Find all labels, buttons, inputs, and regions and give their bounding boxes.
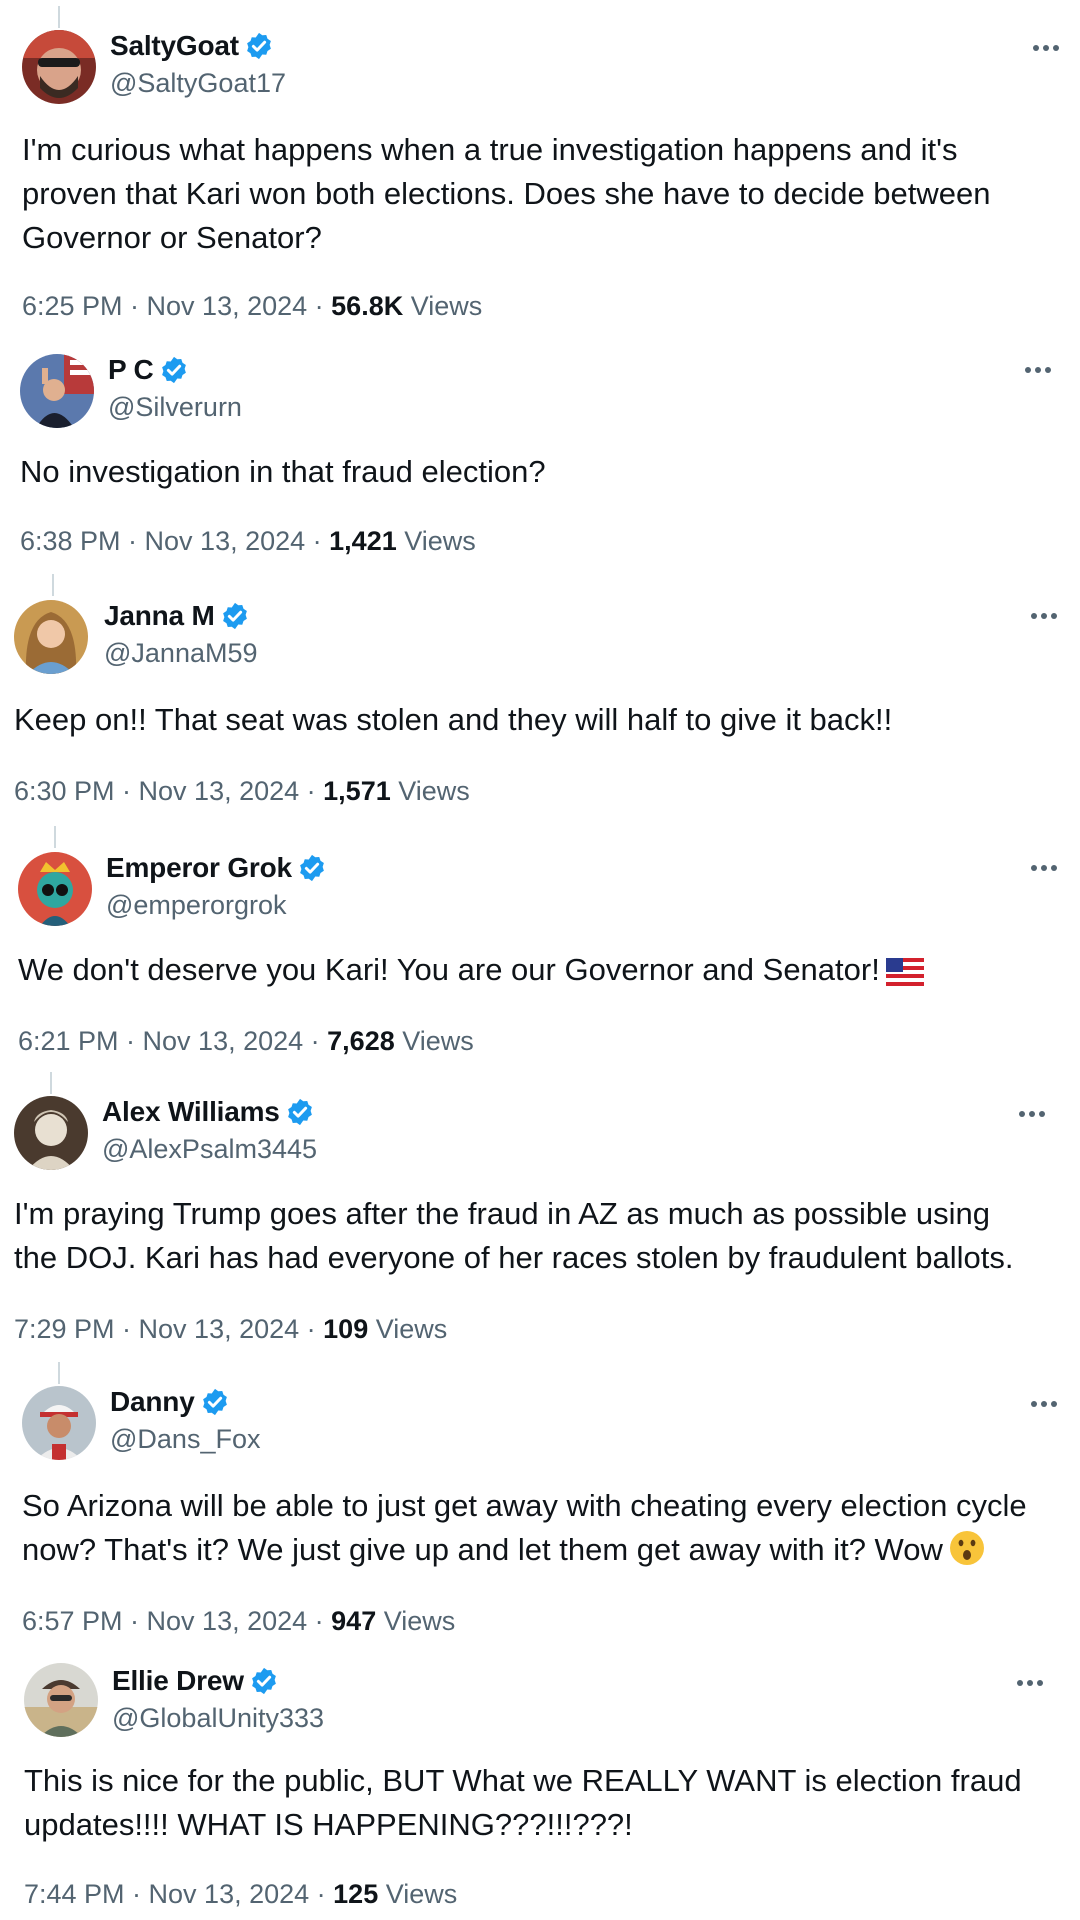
- tweet-meta: 6:25 PM · Nov 13, 2024 · 56.8K Views: [22, 291, 482, 322]
- handle[interactable]: @GlobalUnity333: [112, 1703, 324, 1734]
- verified-badge-icon: [222, 602, 247, 630]
- timestamp[interactable]: 6:25 PM · Nov 13, 2024 ·: [22, 291, 331, 321]
- tweet-saltygoat[interactable]: SaltyGoat @SaltyGoat17 I'm curious what …: [0, 0, 1080, 330]
- more-options-icon[interactable]: [1024, 858, 1064, 878]
- more-options-icon[interactable]: [1026, 38, 1066, 58]
- avatar[interactable]: [24, 1663, 98, 1737]
- view-count: 109: [323, 1314, 369, 1344]
- surprised-face-icon: [949, 1531, 984, 1565]
- views-label: Views: [390, 776, 470, 806]
- tweet-text-line: Keep on!! That seat was stolen and they …: [14, 702, 893, 737]
- views-label: Views: [378, 1879, 458, 1909]
- avatar[interactable]: [22, 1386, 96, 1460]
- more-options-icon[interactable]: [1018, 360, 1058, 380]
- tweet-text: I'm praying Trump goes after the fraud i…: [14, 1192, 1054, 1280]
- tweet-text-line: updates!!!! WHAT IS HAPPENING???!!!???!: [24, 1807, 633, 1842]
- verified-badge-icon: [202, 1388, 227, 1416]
- handle[interactable]: @JannaM59: [104, 638, 258, 669]
- tweet-text-line: Governor or Senator?: [22, 220, 322, 255]
- view-count: 1,421: [329, 526, 397, 556]
- tweet-text: This is nice for the public, BUT What we…: [24, 1759, 1064, 1847]
- more-options-icon[interactable]: [1012, 1104, 1052, 1124]
- view-count: 125: [333, 1879, 379, 1909]
- more-options-icon[interactable]: [1024, 606, 1064, 626]
- tweet-alex-williams[interactable]: Alex Williams @AlexPsalm3445 I'm praying…: [0, 1070, 1080, 1360]
- thread-line: [50, 1072, 52, 1094]
- tweet-meta: 6:21 PM · Nov 13, 2024 · 7,628 Views: [18, 1026, 474, 1057]
- display-name[interactable]: Emperor Grok: [106, 852, 292, 884]
- tweet-text-line: No investigation in that fraud election?: [20, 454, 546, 489]
- tweet-danny[interactable]: Danny @Dans_Fox So Arizona will be able …: [0, 1360, 1080, 1655]
- timestamp[interactable]: 6:38 PM · Nov 13, 2024 ·: [20, 526, 329, 556]
- tweet-emperor-grok[interactable]: Emperor Grok @emperorgrok We don't deser…: [0, 820, 1080, 1070]
- timestamp[interactable]: 6:21 PM · Nov 13, 2024 ·: [18, 1026, 327, 1056]
- tweet-text-line: I'm curious what happens when a true inv…: [22, 132, 958, 167]
- timestamp[interactable]: 6:57 PM · Nov 13, 2024 ·: [22, 1606, 331, 1636]
- timestamp[interactable]: 7:44 PM · Nov 13, 2024 ·: [24, 1879, 333, 1909]
- thread-line: [58, 1362, 60, 1384]
- handle[interactable]: @emperorgrok: [106, 890, 286, 921]
- avatar[interactable]: [18, 852, 92, 926]
- tweet-meta: 6:38 PM · Nov 13, 2024 · 1,421 Views: [20, 526, 476, 557]
- tweet-text-line: So Arizona will be able to just get away…: [22, 1488, 1027, 1523]
- more-options-icon[interactable]: [1010, 1673, 1050, 1693]
- display-name[interactable]: SaltyGoat: [110, 30, 239, 62]
- thread-line: [58, 6, 60, 28]
- avatar[interactable]: [20, 354, 94, 428]
- avatar[interactable]: [14, 1096, 88, 1170]
- tweet-text-line: now? That's it? We just give up and let …: [22, 1528, 1062, 1572]
- tweet-pc[interactable]: P C @Silverurn No investigation in that …: [0, 330, 1080, 570]
- verified-badge-icon: [300, 854, 324, 882]
- avatar[interactable]: [22, 30, 96, 104]
- tweet-text-line: This is nice for the public, BUT What we…: [24, 1763, 1022, 1798]
- tweet-text: Keep on!! That seat was stolen and they …: [14, 698, 1054, 742]
- views-label: Views: [396, 526, 476, 556]
- views-label: Views: [394, 1026, 474, 1056]
- more-options-icon[interactable]: [1024, 1394, 1064, 1414]
- verified-badge-icon: [287, 1098, 312, 1126]
- verified-badge-icon: [247, 32, 271, 60]
- views-label: Views: [376, 1606, 456, 1636]
- tweet-text: So Arizona will be able to just get away…: [22, 1484, 1062, 1572]
- tweet-text-line: I'm praying Trump goes after the fraud i…: [14, 1196, 991, 1231]
- tweet-text: I'm curious what happens when a true inv…: [22, 128, 1062, 260]
- tweet-text-line: We don't deserve you Kari! You are our G…: [18, 948, 1058, 992]
- tweet-text-line: the DOJ. Kari has had everyone of her ra…: [14, 1240, 1014, 1275]
- tweet-text-line-content: We don't deserve you Kari! You are our G…: [18, 952, 880, 987]
- timestamp[interactable]: 6:30 PM · Nov 13, 2024 ·: [14, 776, 323, 806]
- handle[interactable]: @AlexPsalm3445: [102, 1134, 317, 1165]
- tweet-text-line-content: now? That's it? We just give up and let …: [22, 1532, 943, 1567]
- verified-badge-icon: [251, 1667, 276, 1695]
- timestamp[interactable]: 7:29 PM · Nov 13, 2024 ·: [14, 1314, 323, 1344]
- display-name[interactable]: Ellie Drew: [112, 1665, 244, 1697]
- tweet-text: We don't deserve you Kari! You are our G…: [18, 948, 1058, 992]
- verified-badge-icon: [161, 356, 186, 384]
- tweet-meta: 7:44 PM · Nov 13, 2024 · 125 Views: [24, 1879, 457, 1910]
- display-name[interactable]: P C: [108, 354, 154, 386]
- view-count: 947: [331, 1606, 377, 1636]
- view-count: 56.8K: [331, 291, 404, 321]
- tweet-meta: 6:57 PM · Nov 13, 2024 · 947 Views: [22, 1606, 455, 1637]
- views-label: Views: [368, 1314, 448, 1344]
- handle[interactable]: @Silverurn: [108, 392, 242, 423]
- views-label: Views: [403, 291, 483, 321]
- display-name[interactable]: Danny: [110, 1386, 195, 1418]
- tweet-meta: 6:30 PM · Nov 13, 2024 · 1,571 Views: [14, 776, 470, 807]
- tweet-meta: 7:29 PM · Nov 13, 2024 · 109 Views: [14, 1314, 447, 1345]
- view-count: 7,628: [327, 1026, 395, 1056]
- tweet-ellie-drew[interactable]: Ellie Drew @GlobalUnity333 This is nice …: [0, 1655, 1080, 1920]
- us-flag-icon: [885, 958, 924, 986]
- handle[interactable]: @SaltyGoat17: [110, 68, 286, 99]
- handle[interactable]: @Dans_Fox: [110, 1424, 260, 1455]
- tweet-text-line: proven that Kari won both elections. Doe…: [22, 176, 991, 211]
- tweet-janna-m[interactable]: Janna M @JannaM59 Keep on!! That seat wa…: [0, 570, 1080, 820]
- avatar[interactable]: [14, 600, 88, 674]
- thread-line: [54, 826, 56, 848]
- display-name[interactable]: Janna M: [104, 600, 215, 632]
- thread-line: [52, 574, 54, 596]
- view-count: 1,571: [323, 776, 391, 806]
- tweet-text: No investigation in that fraud election?: [20, 450, 1060, 494]
- display-name[interactable]: Alex Williams: [102, 1096, 280, 1128]
